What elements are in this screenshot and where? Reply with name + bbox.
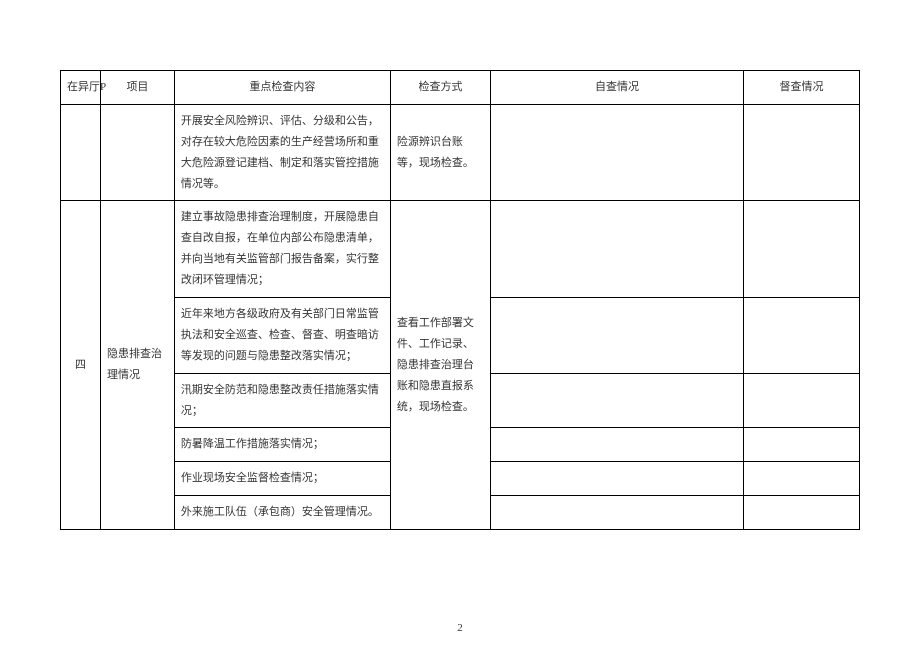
- table-row: 开展安全风险辨识、评估、分级和公告，对存在较大危险因素的生产经营场所和重大危险源…: [61, 104, 860, 201]
- table-header-row: 在异厅P 项目 重点检查内容 检查方式 自查情况 督查情况: [61, 71, 860, 105]
- table-row: 四 隐患排查治理情况 建立事故隐患排查治理制度，开展隐患自查自改自报，在单位内部…: [61, 201, 860, 298]
- cell-content: 汛期安全防范和隐患整改责任措施落实情况；: [174, 373, 390, 428]
- cell-supervise: [744, 428, 860, 462]
- col-header-item: 项目: [101, 71, 175, 105]
- col-header-method: 检查方式: [390, 71, 490, 105]
- cell-content: 建立事故隐患排查治理制度，开展隐患自查自改自报，在单位内部公布隐患清单，并向当地…: [174, 201, 390, 298]
- cell-content: 近年来地方各级政府及有关部门日常监管执法和安全巡查、检查、督查、明查暗访等发现的…: [174, 298, 390, 374]
- cell-self: [491, 201, 744, 298]
- cell-supervise: [744, 104, 860, 201]
- cell-supervise: [744, 201, 860, 298]
- col-header-supervise: 督查情况: [744, 71, 860, 105]
- cell-content: 开展安全风险辨识、评估、分级和公告，对存在较大危险因素的生产经营场所和重大危险源…: [174, 104, 390, 201]
- inspection-table: 在异厅P 项目 重点检查内容 检查方式 自查情况 督查情况 开展安全风险辨识、评…: [60, 70, 860, 530]
- cell-content: 外来施工队伍（承包商）安全管理情况。: [174, 496, 390, 530]
- cell-supervise: [744, 496, 860, 530]
- cell-content: 防暑降温工作措施落实情况；: [174, 428, 390, 462]
- cell-method: 险源辨识台账等，现场检查。: [390, 104, 490, 201]
- col-header-index: 在异厅P: [61, 71, 101, 105]
- cell-self: [491, 462, 744, 496]
- cell-content: 作业现场安全监督检查情况；: [174, 462, 390, 496]
- cell-index-4: 四: [61, 201, 101, 530]
- cell-index-prev: [61, 104, 101, 201]
- cell-self: [491, 496, 744, 530]
- cell-self: [491, 373, 744, 428]
- cell-item-4: 隐患排查治理情况: [101, 201, 175, 530]
- page-number: 2: [0, 622, 920, 634]
- cell-self: [491, 298, 744, 374]
- cell-supervise: [744, 373, 860, 428]
- col-header-self: 自查情况: [491, 71, 744, 105]
- cell-method-4: 查看工作部署文件、工作记录、隐患排查治理台账和隐患直报系统，现场检查。: [390, 201, 490, 530]
- col-header-content: 重点检查内容: [174, 71, 390, 105]
- cell-self: [491, 104, 744, 201]
- cell-self: [491, 428, 744, 462]
- cell-supervise: [744, 298, 860, 374]
- cell-item-prev: [101, 104, 175, 201]
- cell-supervise: [744, 462, 860, 496]
